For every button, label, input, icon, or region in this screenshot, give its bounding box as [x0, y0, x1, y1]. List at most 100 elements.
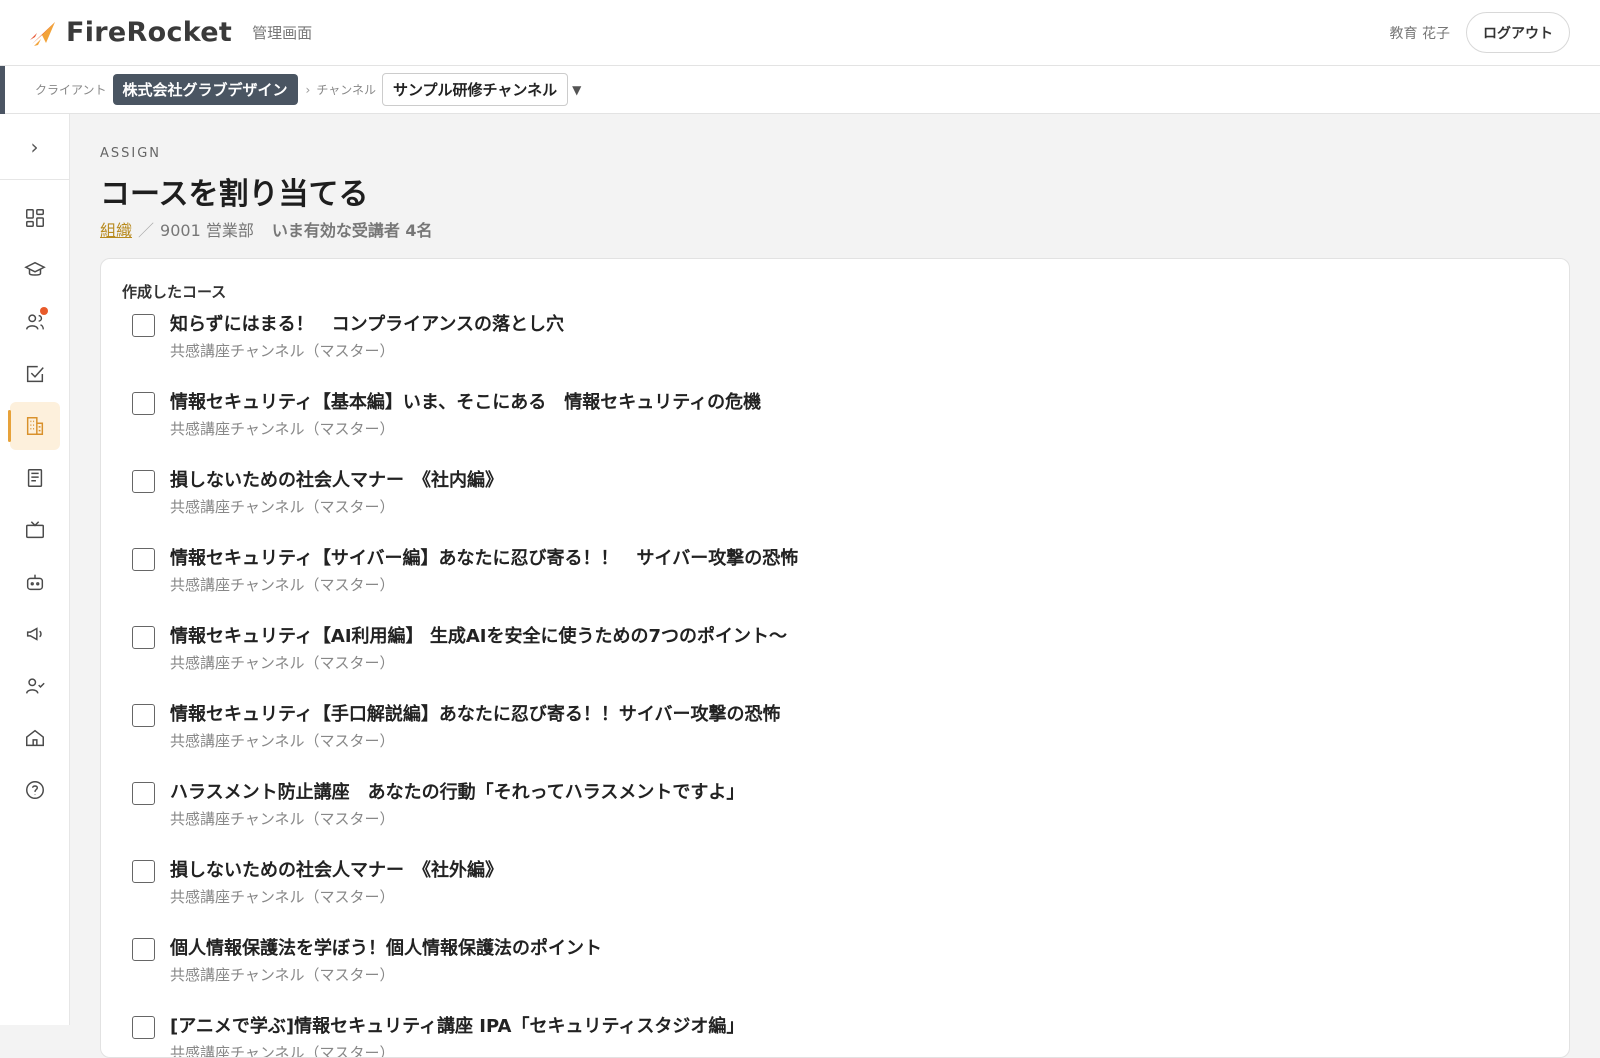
user-area: 教育 花子 ログアウト [1390, 12, 1570, 53]
course-text: 情報セキュリティ【AI利用編】 生成AIを安全に使うための7つのポイント〜 共感講… [170, 626, 787, 673]
course-channel: 共感講座チャンネル（マスター） [170, 654, 395, 672]
course-panel: 作成したコース 知らずにはまる！ コンプライアンスの落とし穴 共感講座チャンネル（… [100, 258, 1570, 1058]
course-title: 知らずにはまる！ コンプライアンスの落とし穴 [170, 314, 565, 335]
sidebar-item-organizations[interactable] [8, 402, 60, 450]
org-name: 9001 営業部 [160, 221, 254, 240]
org-link[interactable]: 組織 [100, 217, 132, 241]
course-checkbox[interactable] [132, 626, 155, 649]
sidebar-item-users[interactable] [10, 298, 60, 346]
course-title: ハラスメント防止講座 あなたの行動「それってハラスメントですよ」 [170, 782, 745, 803]
top-bar: FireRocket 管理画面 教育 花子 ログアウト [0, 0, 1600, 66]
checkbox-icon [26, 365, 44, 383]
course-text: 情報セキュリティ【手口解説編】あなたに忍び寄る！！サイバー攻撃の恐怖 共感講座チャ… [170, 704, 781, 751]
sidebar-item-announcements[interactable] [10, 610, 60, 658]
course-checkbox[interactable] [132, 314, 155, 337]
course-text: 損しないための社会人マナー 《社外編》 共感講座チャンネル（マスター） [170, 860, 503, 907]
admin-label: 管理画面 [252, 24, 313, 42]
course-title: 情報セキュリティ【サイバー編】あなたに忍び寄る！！ サイバー攻撃の恐怖 [170, 548, 799, 569]
sidebar-item-home[interactable] [10, 714, 60, 762]
sidebar: › [0, 114, 70, 1025]
sidebar-item-tasks[interactable] [10, 350, 60, 398]
course-checkbox[interactable] [132, 1016, 155, 1039]
course-row[interactable]: 情報セキュリティ【AI利用編】 生成AIを安全に使うための7つのポイント〜 共感講… [101, 626, 1569, 704]
course-channel: 共感講座チャンネル（マスター） [170, 498, 395, 516]
help-icon [26, 781, 44, 799]
page-eyebrow: ASSIGN [100, 146, 162, 161]
course-row[interactable]: 個人情報保護法を学ぼう！個人情報保護法のポイント 共感講座チャンネル（マスター） [101, 938, 1569, 1016]
sidebar-item-help[interactable] [10, 766, 60, 814]
course-row[interactable]: 損しないための社会人マナー 《社内編》 共感講座チャンネル（マスター） [101, 470, 1569, 548]
grid-icon [26, 209, 44, 227]
course-row[interactable]: ハラスメント防止講座 あなたの行動「それってハラスメントですよ」 共感講座チャンネ… [101, 782, 1569, 860]
course-row[interactable]: [アニメで学ぶ]情報セキュリティ講座 IPA「セキュリティスタジオ編」 共感講座チ… [101, 1016, 1569, 1057]
course-row[interactable]: 損しないための社会人マナー 《社外編》 共感講座チャンネル（マスター） [101, 860, 1569, 938]
course-checkbox[interactable] [132, 548, 155, 571]
course-text: 知らずにはまる！ コンプライアンスの落とし穴 共感講座チャンネル（マスター） [170, 314, 564, 361]
client-selector[interactable]: 株式会社グラブデザイン [112, 74, 298, 105]
chevron-right-icon: › [30, 134, 39, 159]
robot-icon [26, 574, 44, 591]
sidebar-item-bot[interactable] [10, 558, 60, 606]
course-channel: 共感講座チャンネル（マスター） [170, 576, 395, 594]
tv-icon [26, 521, 44, 539]
course-channel: 共感講座チャンネル（マスター） [170, 420, 395, 438]
course-title: 個人情報保護法を学ぼう！個人情報保護法のポイント [170, 938, 602, 959]
course-checkbox[interactable] [132, 860, 155, 883]
context-bar: クライアント 株式会社グラブデザイン › チャンネル サンプル研修チャンネル ▼ [0, 66, 1600, 114]
client-label: クライアント [35, 83, 107, 97]
course-title: 情報セキュリティ【手口解説編】あなたに忍び寄る！！サイバー攻撃の恐怖 [170, 704, 781, 725]
course-channel: 共感講座チャンネル（マスター） [170, 888, 395, 906]
breadcrumb-separator: › [305, 82, 311, 97]
course-title: 損しないための社会人マナー 《社内編》 [170, 470, 503, 491]
sidebar-toggle[interactable]: › [0, 114, 69, 180]
rocket-logo-icon [30, 21, 55, 46]
course-checkbox[interactable] [132, 782, 155, 805]
megaphone-icon [26, 627, 42, 641]
graduation-cap-icon [24, 261, 46, 276]
course-text: 損しないための社会人マナー 《社内編》 共感講座チャンネル（マスター） [170, 470, 503, 517]
user-name: 教育 花子 [1389, 25, 1450, 42]
book-icon [27, 469, 43, 487]
course-list: 知らずにはまる！ コンプライアンスの落とし穴 共感講座チャンネル（マスター） 情報セ… [101, 314, 1569, 1057]
sidebar-item-videos[interactable] [10, 506, 60, 554]
course-checkbox[interactable] [132, 470, 155, 493]
notification-badge [40, 307, 48, 315]
course-title: 情報セキュリティ【AI利用編】 生成AIを安全に使うための7つのポイント〜 [170, 626, 787, 647]
context-accent-bar [0, 66, 5, 114]
course-channel: 共感講座チャンネル（マスター） [170, 966, 395, 984]
course-text: 情報セキュリティ【基本編】いま、そこにある 情報セキュリティの危機 共感講座チャン… [170, 392, 761, 439]
course-text: 情報セキュリティ【サイバー編】あなたに忍び寄る！！ サイバー攻撃の恐怖 共感講座チ… [170, 548, 798, 595]
course-checkbox[interactable] [132, 938, 155, 961]
page-header: ASSIGN コースを割り当てる 組織 ／ 9001 営業部 いま有効な受講者 … [100, 146, 1570, 241]
course-row[interactable]: 情報セキュリティ【サイバー編】あなたに忍び寄る！！ サイバー攻撃の恐怖 共感講座チ… [101, 548, 1569, 626]
logout-button[interactable]: ログアウト [1466, 12, 1570, 53]
course-text: ハラスメント防止講座 あなたの行動「それってハラスメントですよ」 共感講座チャンネ… [170, 782, 744, 829]
active-learner-count: いま有効な受講者 4名 [271, 221, 433, 240]
channel-label: チャンネル [316, 83, 376, 97]
course-row[interactable]: 知らずにはまる！ コンプライアンスの落とし穴 共感講座チャンネル（マスター） [101, 314, 1569, 392]
brand-name: FireRocket [66, 17, 233, 48]
course-text: 個人情報保護法を学ぼう！個人情報保護法のポイント 共感講座チャンネル（マスター） [170, 938, 602, 985]
course-title: [アニメで学ぶ]情報セキュリティ講座 IPA「セキュリティスタジオ編」 [170, 1016, 745, 1037]
brand-logo[interactable]: FireRocket [28, 17, 232, 48]
course-channel: 共感講座チャンネル（マスター） [170, 810, 395, 828]
panel-title: 作成したコース [122, 283, 227, 301]
course-checkbox[interactable] [132, 704, 155, 727]
course-checkbox[interactable] [132, 392, 155, 415]
user-check-icon [26, 678, 45, 694]
breadcrumb-slash: ／ [138, 221, 155, 240]
caret-down-icon[interactable]: ▼ [572, 83, 581, 97]
course-title: 情報セキュリティ【基本編】いま、そこにある 情報セキュリティの危機 [170, 392, 762, 413]
course-text: [アニメで学ぶ]情報セキュリティ講座 IPA「セキュリティスタジオ編」 共感講座チ… [170, 1016, 745, 1057]
course-channel: 共感講座チャンネル（マスター） [170, 732, 395, 750]
sidebar-item-courses[interactable] [10, 246, 60, 294]
sidebar-item-documents[interactable] [10, 454, 60, 502]
course-title: 損しないための社会人マナー 《社外編》 [170, 860, 503, 881]
sidebar-item-dashboard[interactable] [10, 194, 60, 242]
course-row[interactable]: 情報セキュリティ【手口解説編】あなたに忍び寄る！！サイバー攻撃の恐怖 共感講座チャ… [101, 704, 1569, 782]
sidebar-item-user-approval[interactable] [10, 662, 60, 710]
course-row[interactable]: 情報セキュリティ【基本編】いま、そこにある 情報セキュリティの危機 共感講座チャン… [101, 392, 1569, 470]
building-icon [26, 417, 44, 435]
home-icon [26, 729, 44, 747]
channel-select[interactable]: サンプル研修チャンネル [382, 73, 569, 106]
